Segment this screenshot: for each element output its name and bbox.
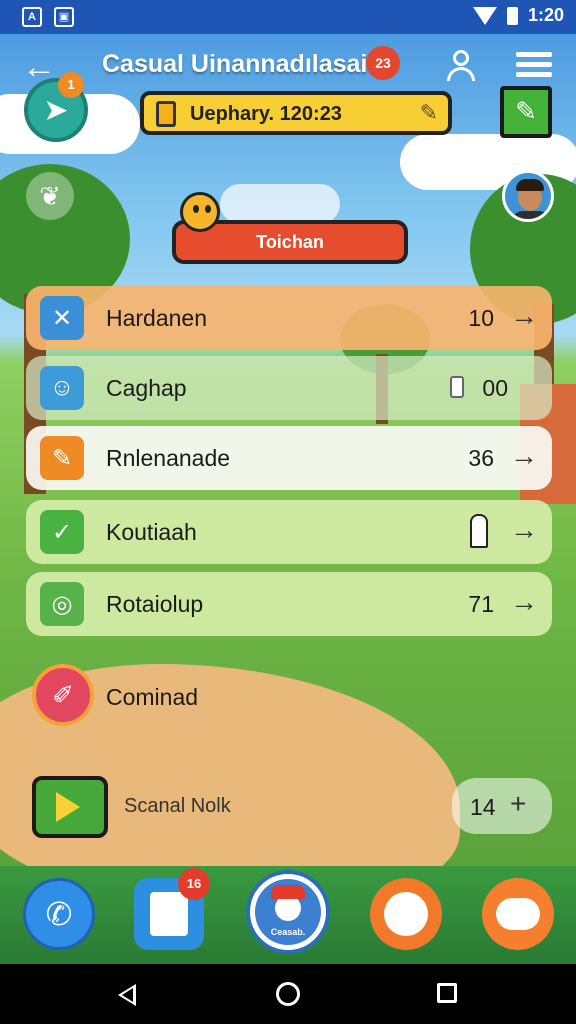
list-item-value: 36 [468,445,494,471]
eraser-icon: ✐ [52,680,74,710]
arrow-right-icon[interactable]: → [510,586,538,618]
leaf-button[interactable]: ❦ [26,172,74,220]
list-item-label: Hardanen [106,305,208,331]
clown-icon [384,892,428,936]
tools-icon: ✕ [40,296,84,340]
mascot-icon [180,192,220,232]
game-label: Ceasab. [270,927,306,937]
nav-home-icon[interactable] [276,982,300,1006]
arrow-right-icon[interactable]: → [510,300,538,332]
clown-button[interactable] [370,878,442,950]
notes-icon [150,892,188,936]
list-item-koutiaah[interactable]: ✓ Koutiaah → [26,500,552,564]
app-dock: ✆ Ceasab. [0,866,576,964]
menu-button[interactable] [516,52,552,80]
combined-button[interactable]: ✐ [32,664,94,726]
system-nav-bar [0,964,576,1024]
status-bar: A ▣ 1:20 [0,0,576,34]
edit-icon: ✎ [515,96,537,126]
page-title: Casual Uinannadılasai [102,50,368,78]
phone-small-icon [450,376,464,398]
status-time: 1:20 [527,5,564,25]
scan-value: 14 [470,794,496,820]
chat-button[interactable] [482,878,554,950]
paper-plane-icon: ➤ [43,93,69,127]
phone-icon: ✆ [45,896,73,932]
phone-button[interactable]: ✆ [23,878,95,950]
edit-button[interactable]: ✎ [500,86,552,138]
list-item-label: Caghap [106,375,187,401]
arrow-right-icon[interactable]: → [510,514,538,546]
list-item-label: Koutiaah [106,519,197,545]
profile-button[interactable] [444,48,478,82]
list-item-rnlenanade[interactable]: ✎ Rnlenanade 36 → [26,426,552,490]
list-item-value: 71 [468,591,494,617]
menu-icon [516,52,552,57]
pin-icon: ✓ [40,510,84,554]
pencil-icon: ✎ [419,100,438,125]
chat-icon [496,898,540,930]
combined-label: Cominad [106,684,199,710]
scan-counter[interactable]: 14 + [452,778,552,834]
face-icon: ☺ [40,366,84,410]
list-item-label: Rnlenanade [106,445,231,471]
play-icon [56,792,80,822]
score-pill[interactable]: Uephary. 120:23 ✎ [140,91,452,135]
list-item-value: 10 [468,305,494,331]
user-icon [453,50,469,66]
notes-badge: 16 [178,868,210,900]
nav-recents-icon[interactable] [437,983,457,1003]
game-button[interactable]: Ceasab. [246,870,330,954]
notification-badge: 23 [366,46,400,80]
score-text: Uephary. 120:23 [190,103,342,125]
app-notification-icon: A [22,7,42,27]
plus-icon[interactable]: + [510,788,526,820]
list-item-value: 00 [482,375,508,401]
image-notification-icon: ▣ [54,7,74,27]
target-icon: ◎ [40,582,84,626]
list-item-label: Rotaiolup [106,591,204,617]
scan-button[interactable] [32,776,108,838]
game-icon: Ceasab. [255,879,321,945]
arrow-right-icon[interactable]: → [510,440,538,472]
scan-label: Scanal Nolk [124,795,231,817]
tower-icon [470,514,488,548]
leaf-icon: ❦ [39,181,61,211]
pencil-icon: ✎ [40,436,84,480]
wifi-icon [472,6,497,25]
card-icon [156,101,176,127]
list-item-hardanen[interactable]: ✕ Hardanen 10 → [26,286,552,350]
list-item-caghap[interactable]: ☺ Caghap 00 [26,356,552,420]
battery-icon [506,6,518,25]
avatar[interactable] [502,170,554,222]
send-badge: 1 [58,72,84,98]
list-item-rotaiolup[interactable]: ◎ Rotaiolup 71 → [26,572,552,636]
